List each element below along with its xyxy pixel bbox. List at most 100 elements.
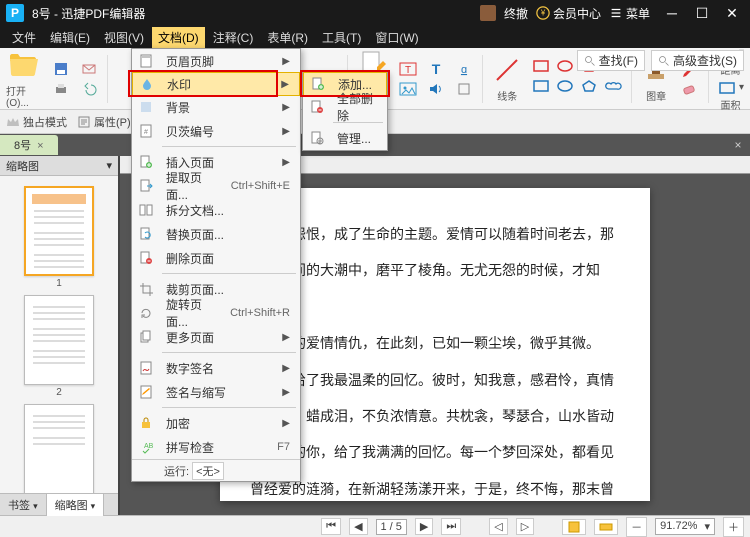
shape-rect-fill-icon[interactable] [531, 77, 551, 95]
thumb-page-3[interactable] [24, 404, 94, 493]
rotate-icon [139, 306, 153, 320]
zoom-out-button[interactable]: － [626, 517, 647, 537]
line-label: 线条 [497, 88, 517, 103]
remove-all-icon [310, 100, 324, 114]
main-menu-button[interactable]: 菜单 [609, 5, 650, 22]
save-icon[interactable] [51, 60, 71, 78]
menu-document[interactable]: 文档(D) [152, 27, 205, 48]
sound-icon[interactable] [426, 80, 446, 98]
svg-text:¥: ¥ [541, 9, 546, 18]
page-first-button[interactable]: ⏮ [321, 518, 341, 535]
maximize-button[interactable]: ☐ [694, 5, 710, 21]
menu-runline[interactable]: 运行: <无> [132, 459, 300, 481]
menu-crop-page[interactable]: 裁剪页面... [132, 277, 300, 301]
attach-icon[interactable] [454, 80, 474, 98]
tab-close-icon[interactable]: × [37, 140, 43, 152]
menu-watermark[interactable]: 水印▶ [132, 72, 300, 96]
water-icon [140, 77, 154, 91]
menu-replace-page[interactable]: 替换页面... [132, 222, 300, 246]
shape-poly-fill-icon[interactable] [579, 77, 599, 95]
pages-icon [139, 330, 153, 344]
print-icon[interactable] [51, 80, 71, 98]
menu-header-footer[interactable]: 页眉页脚▶ [132, 49, 300, 73]
zoom-indicator[interactable]: 91.72%▾ [655, 518, 715, 535]
line-group[interactable]: 线条 [491, 54, 523, 103]
doc-line: 当初的怨恨，成了生命的主题。爱情可以随着时间老去，那 [250, 218, 620, 254]
shape-cloud-fill-icon[interactable] [603, 77, 623, 95]
image-box-icon[interactable] [398, 80, 418, 98]
properties-icon [77, 116, 91, 128]
menu-delete-page[interactable]: 删除页面 [132, 246, 300, 270]
menu-extract-page[interactable]: 提取页面...Ctrl+Shift+E [132, 174, 300, 198]
find-button[interactable]: 查找(F) [577, 50, 645, 71]
replace-icon [139, 227, 153, 241]
sidebar-menu-icon[interactable]: ▾ [106, 159, 112, 172]
page-next-button[interactable]: ▶ [415, 518, 433, 535]
minimize-button[interactable]: ─ [664, 5, 680, 21]
doc-line: ，怨着的爱情情仇，在此刻，已如一颗尘埃，微乎其微。 [250, 327, 620, 363]
area-label: 面积 [721, 97, 741, 112]
shape-rect-icon[interactable] [531, 57, 551, 75]
menu-rotate-page[interactable]: 旋转页面...Ctrl+Shift+R [132, 301, 300, 325]
eraser-icon[interactable] [680, 80, 700, 98]
sidebar-foot: 书签 ▾ 缩略图 ▾ [0, 493, 118, 515]
sidebar: 缩略图 ▾ 1 2 [0, 156, 120, 515]
menu-insert-page[interactable]: 插入页面▶ [132, 150, 300, 174]
zhongche-button[interactable]: 终撤 [504, 5, 528, 22]
doc-line: 曾经爱的涟漪，在新湖轻荡漾开来，于是，终不悔，那末曾留住的 [250, 473, 620, 515]
page-last-button[interactable]: ⏭ [441, 518, 461, 535]
fit-page-button[interactable] [562, 519, 586, 535]
thumb-page-1[interactable] [24, 186, 94, 276]
shape-circle-fill-icon[interactable] [555, 77, 575, 95]
menu-more-page[interactable]: 更多页面▶ [132, 325, 300, 349]
undo-icon[interactable] [79, 80, 99, 98]
area-icon [717, 81, 737, 95]
nav-fwd-button[interactable]: ▷ [516, 518, 534, 535]
menu-background[interactable]: 背景▶ [132, 95, 300, 119]
doc-tab[interactable]: 8号× [0, 135, 58, 155]
insert-icon [139, 155, 153, 169]
doc-line: 时光走，蜡成泪，不负浓情意。共枕衾，琴瑟合，山水皆动 [250, 400, 620, 436]
advanced-find-button[interactable]: 高级查找(S) [651, 50, 744, 71]
menu-form[interactable]: 表单(R) [261, 27, 314, 48]
submenu-manage[interactable]: 管理... [303, 126, 387, 150]
link-a-icon[interactable]: ɑ [454, 60, 474, 78]
shape-circle-icon[interactable] [555, 57, 575, 75]
app-logo: P [6, 4, 24, 22]
menu-file[interactable]: 文件 [6, 27, 42, 48]
menu-annotate[interactable]: 注释(C) [207, 27, 260, 48]
mail-icon[interactable] [79, 60, 99, 78]
submenu-remove-all[interactable]: 全部删除 [303, 95, 387, 119]
menu-bates-number[interactable]: #贝茨编号▶ [132, 119, 300, 143]
fit-width-button[interactable] [594, 519, 618, 535]
page-indicator[interactable]: 1/5 [376, 519, 407, 535]
page-prev-button[interactable]: ◀ [349, 518, 367, 535]
text-box-icon[interactable]: T [398, 60, 418, 78]
menu-edit[interactable]: 编辑(E) [44, 27, 96, 48]
close-button[interactable]: ✕ [724, 5, 740, 21]
search-advanced-icon [658, 55, 670, 67]
menu-encrypt[interactable]: 加密▶ [132, 411, 300, 435]
tab-close-all-icon[interactable]: × [730, 137, 746, 153]
menu-view[interactable]: 视图(V) [98, 27, 150, 48]
member-center-button[interactable]: ¥ 会员中心 [536, 5, 601, 22]
text-tool-icon[interactable]: T [426, 60, 446, 78]
avatar[interactable] [480, 5, 496, 21]
sidebar-head: 缩略图 ▾ [0, 156, 118, 176]
line-icon [493, 56, 521, 84]
menu-spellcheck[interactable]: ABC拼写检查F7 [132, 435, 300, 459]
menu-digital-signature[interactable]: 数字签名▶ [132, 356, 300, 380]
crop-icon [139, 282, 153, 296]
open-label: 打开(O)... [6, 83, 43, 109]
exclusive-mode-button[interactable]: 独占模式 [6, 114, 67, 130]
thumb-page-2[interactable] [24, 295, 94, 385]
menu-window[interactable]: 窗口(W) [369, 27, 424, 48]
zoom-in-button[interactable]: ＋ [723, 517, 744, 537]
menu-split-doc[interactable]: 拆分文档... [132, 198, 300, 222]
svg-text:T: T [432, 61, 441, 77]
menu-sign-flatten[interactable]: 签名与缩写▶ [132, 380, 300, 404]
menu-tools[interactable]: 工具(T) [316, 27, 367, 48]
nav-back-button[interactable]: ◁ [489, 518, 507, 535]
open-group[interactable]: 打开(O)... [6, 49, 43, 109]
thumb-label-1: 1 [56, 278, 62, 289]
